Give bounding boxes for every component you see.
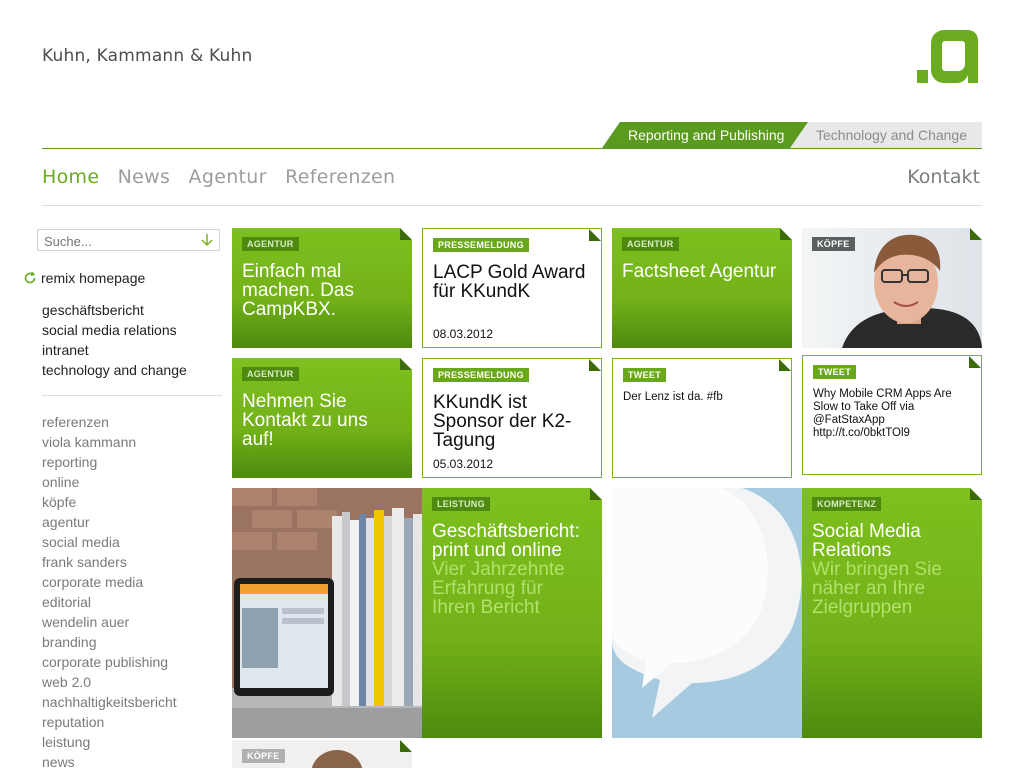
tag-link[interactable]: reputation: [42, 712, 177, 732]
tag-link[interactable]: agentur: [42, 512, 177, 532]
sidebar-primary-list: geschäftsbericht social media relations …: [42, 300, 187, 380]
tile-factsheet[interactable]: AGENTUR Factsheet Agentur: [612, 228, 792, 348]
sidebar-divider: [42, 395, 222, 396]
tag-link[interactable]: referenzen: [42, 412, 177, 432]
sidebar-tag-list: referenzen viola kammann reporting onlin…: [42, 412, 177, 772]
tile-title: LACP Gold Award für KKundK: [433, 262, 586, 302]
nav-referenzen[interactable]: Referenzen: [285, 166, 395, 188]
tag-link[interactable]: viola kammann: [42, 432, 177, 452]
tile-tag: PRESSEMELDUNG: [433, 238, 529, 252]
tile-geschaeftsbericht[interactable]: LEISTUNG Geschäftsbericht: print und onl…: [422, 488, 602, 738]
tile-tag: LEISTUNG: [432, 497, 490, 511]
books-tablet-image: [232, 488, 422, 738]
tile-koepfe-portrait-2[interactable]: KÖPFE: [232, 740, 412, 768]
tag-link[interactable]: corporate publishing: [42, 652, 177, 672]
tile-koepfe-portrait[interactable]: KÖPFE: [802, 228, 982, 348]
search-input[interactable]: [38, 230, 200, 253]
company-logo[interactable]: Kuhn, Kammann & Kuhn: [42, 46, 252, 66]
tag-link[interactable]: köpfe: [42, 492, 177, 512]
tile-title: Nehmen Sie Kontakt zu uns auf!: [242, 391, 368, 450]
sidebar-item[interactable]: intranet: [42, 340, 187, 360]
tile-image-speech[interactable]: [612, 488, 802, 738]
tile-title: Einfach mal machen. Das CampKBX.: [242, 261, 354, 320]
tile-tag: AGENTUR: [242, 367, 299, 381]
tile-title: Social Media Relations Wir bringen Sie n…: [812, 522, 970, 617]
tag-link[interactable]: nachhaltigkeitsbericht: [42, 692, 177, 712]
nav-agentur[interactable]: Agentur: [189, 166, 267, 188]
tile-title: Geschäftsbericht: print und online Vier …: [432, 522, 590, 617]
tile-tweet-crm[interactable]: TWEET Why Mobile CRM Apps Are Slow to Ta…: [802, 355, 982, 475]
tile-title: KKundK ist Sponsor der K2-Tagung: [433, 392, 572, 451]
tweet-text: Der Lenz ist da. #fb: [623, 391, 723, 403]
tile-tag: KÖPFE: [812, 237, 855, 251]
nav-home[interactable]: Home: [42, 166, 99, 188]
tile-tag: KOMPETENZ: [812, 497, 882, 511]
tag-link[interactable]: news: [42, 752, 177, 772]
tile-tag: PRESSEMELDUNG: [433, 368, 529, 382]
tag-link[interactable]: corporate media: [42, 572, 177, 592]
tile-date: 08.03.2012: [433, 327, 494, 341]
remix-label: remix homepage: [41, 270, 146, 286]
tile-headline: Social Media Relations: [812, 521, 921, 561]
tag-link[interactable]: frank sanders: [42, 552, 177, 572]
tag-link[interactable]: wendelin auer: [42, 612, 177, 632]
tile-kontakt[interactable]: AGENTUR Nehmen Sie Kontakt zu uns auf!: [232, 358, 412, 478]
tile-tag: KÖPFE: [242, 749, 285, 763]
tag-link[interactable]: social media: [42, 532, 177, 552]
tile-subline: Wir bringen Sie näher an Ihre Zielgruppe…: [812, 559, 942, 618]
sidebar-item[interactable]: geschäftsbericht: [42, 300, 187, 320]
speech-bubble-image: [612, 488, 802, 738]
tweet-text: Why Mobile CRM Apps Are Slow to Take Off…: [813, 388, 952, 439]
tag-link[interactable]: leistung: [42, 732, 177, 752]
tag-link[interactable]: online: [42, 472, 177, 492]
tile-tag: TWEET: [623, 368, 666, 382]
tile-k2-tagung[interactable]: PRESSEMELDUNG KKundK ist Sponsor der K2-…: [422, 358, 602, 478]
tile-lacp-award[interactable]: PRESSEMELDUNG LACP Gold Award für KKundK…: [422, 228, 602, 348]
arrow-down-icon[interactable]: [199, 232, 215, 248]
search-box: [37, 229, 220, 253]
tag-link[interactable]: branding: [42, 632, 177, 652]
nav-kontakt[interactable]: Kontakt: [907, 166, 980, 188]
tile-social-media[interactable]: KOMPETENZ Social Media Relations Wir bri…: [802, 488, 982, 738]
tile-campkbx[interactable]: AGENTUR Einfach mal machen. Das CampKBX.: [232, 228, 412, 348]
tab-underline: [42, 148, 982, 149]
tile-tag: AGENTUR: [242, 237, 299, 251]
nav-news[interactable]: News: [118, 166, 171, 188]
tile-tweet-lenz[interactable]: TWEET Der Lenz ist da. #fb: [612, 358, 792, 478]
remix-homepage-link[interactable]: remix homepage: [23, 270, 145, 286]
tile-subline: Vier Jahrzehnte Erfahrung für Ihren Beri…: [432, 559, 565, 618]
refresh-icon: [24, 271, 36, 284]
tag-link[interactable]: web 2.0: [42, 672, 177, 692]
main-nav: Home News Agentur Referenzen: [42, 166, 407, 188]
tile-headline: Geschäftsbericht: print und online: [432, 521, 580, 561]
tile-tag: AGENTUR: [622, 237, 679, 251]
tile-title: Factsheet Agentur: [622, 261, 777, 282]
nav-divider: [42, 205, 982, 206]
tab-technology-change[interactable]: Technology and Change: [790, 122, 982, 148]
tag-link[interactable]: editorial: [42, 592, 177, 612]
brand-mark-icon[interactable]: [917, 26, 981, 84]
tag-link[interactable]: reporting: [42, 452, 177, 472]
sidebar-item[interactable]: social media relations: [42, 320, 187, 340]
tile-date: 05.03.2012: [433, 457, 494, 471]
tile-image-books[interactable]: [232, 488, 422, 738]
tile-tag: TWEET: [813, 365, 856, 379]
sidebar-item[interactable]: technology and change: [42, 360, 187, 380]
